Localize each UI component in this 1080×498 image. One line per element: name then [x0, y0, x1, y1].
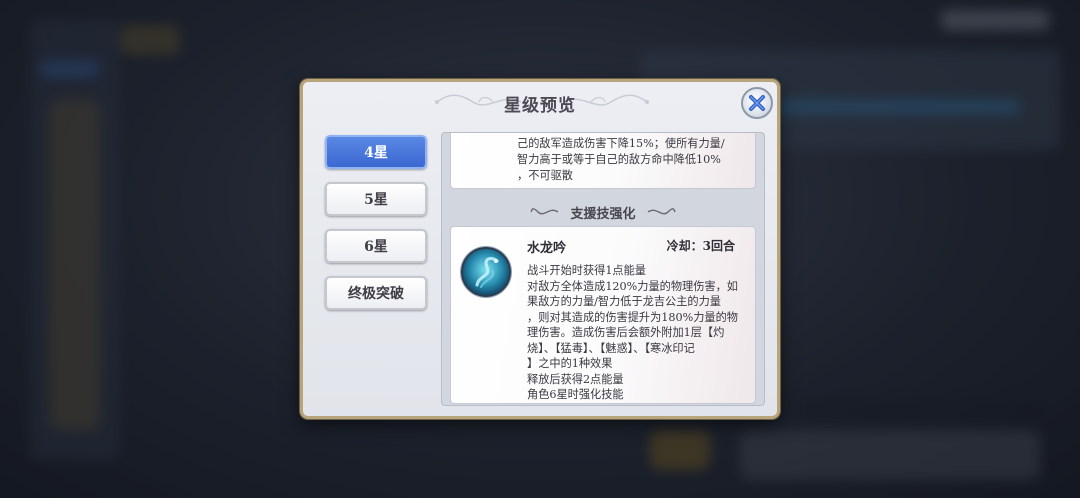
section-left-flourish-icon: [530, 208, 559, 215]
skill-cooldown: 冷却：3回合: [666, 239, 735, 253]
skill-description-line: 烧】、【猛毒】、【魅惑】、【寒冰印记: [527, 341, 695, 355]
section-title: 支援技强化: [570, 206, 636, 222]
skill-description: 战斗开始时获得1点能量 对敌方全体造成120%力量的物理伤害，如 果敌方的力量/…: [527, 263, 757, 403]
star-preview-dialog: 星级预览 4星 5星 6星 终极突破 己的敌军造成伤害下降15%；使所有力量/ …: [300, 79, 780, 419]
skill-description-line: 果敌方的力量/智力低于龙吉公主的力量: [527, 295, 721, 308]
skill-description-line: 理伤害。造成伤害后会额外附加1层【灼: [527, 326, 725, 339]
tab-4-star[interactable]: 4星: [325, 135, 427, 169]
previous-skill-line: 己的敌军造成伤害下降15%；使所有力量/: [517, 137, 725, 150]
previous-skill-line: ，不可驱散: [517, 169, 573, 182]
previous-skill-card: 己的敌军造成伤害下降15%；使所有力量/ 智力高于或等于自己的敌方命中降低10%…: [450, 133, 756, 189]
tab-5-star[interactable]: 5星: [325, 182, 427, 216]
close-button[interactable]: [741, 87, 773, 119]
section-right-flourish-icon: [647, 208, 676, 215]
skill-description-line: 】之中的1种效果: [527, 357, 613, 370]
skill-scroll-panel[interactable]: 己的敌军造成伤害下降15%；使所有力量/ 智力高于或等于自己的敌方命中降低10%…: [441, 132, 765, 406]
skill-description-line: 对敌方全体造成120%力量的物理伤害，如: [527, 279, 738, 293]
skill-description-line: 战斗开始时获得1点能量: [527, 264, 646, 277]
skill-name: 水龙吟: [527, 241, 567, 256]
skill-card: 水龙吟 冷却：3回合 战斗开始时获得1点能量 对敌方全体造成120%力量的物理伤…: [450, 226, 756, 404]
dialog-title-bar: 星级预览: [303, 82, 777, 124]
tab-6-star[interactable]: 6星: [325, 229, 427, 263]
previous-skill-line: 智力高于或等于自己的敌方命中降低10%: [517, 153, 721, 166]
skill-description-line: 角色6星时强化技能: [527, 388, 624, 401]
water-dragon-skill-icon: [461, 247, 511, 297]
skill-description-line: 释放后获得2点能量: [527, 372, 624, 386]
skill-description-line: ，则对其造成的伤害提升为180%力量的物: [527, 310, 738, 324]
previous-skill-description: 己的敌军造成伤害下降15%；使所有力量/ 智力高于或等于自己的敌方命中降低10%…: [517, 136, 753, 184]
close-x-icon: [749, 95, 765, 111]
support-skill-section-header: 支援技强化: [442, 202, 764, 222]
dialog-title: 星级预览: [504, 96, 576, 116]
tab-ultimate-breakthrough[interactable]: 终极突破: [325, 276, 427, 310]
